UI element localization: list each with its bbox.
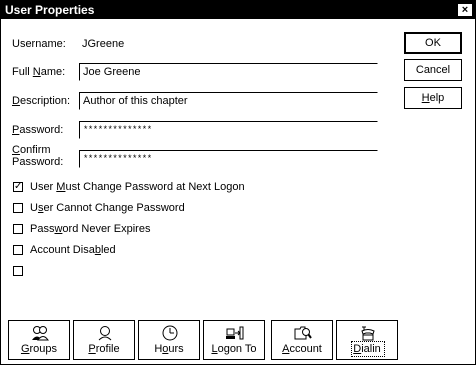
password-field[interactable]: ************** bbox=[79, 121, 378, 139]
account-button[interactable]: Account bbox=[271, 320, 333, 360]
checkbox-label: User Cannot Change Password bbox=[30, 202, 185, 214]
profile-label: Profile bbox=[88, 343, 120, 355]
groups-icon bbox=[32, 326, 49, 341]
password-value: ************** bbox=[83, 125, 152, 135]
account-label: Account bbox=[282, 343, 322, 355]
username-value: JGreene bbox=[82, 38, 125, 50]
description-label: Description: bbox=[12, 95, 71, 107]
profile-icon bbox=[98, 326, 112, 341]
checkbox-box[interactable] bbox=[13, 203, 23, 213]
password-label: Password: bbox=[12, 124, 64, 136]
checkbox-label: Account Disabled bbox=[30, 244, 116, 256]
checkbox-box[interactable] bbox=[13, 224, 23, 234]
user-properties-window: User Properties × Username: JGreene Full… bbox=[0, 0, 476, 365]
close-button[interactable]: × bbox=[457, 3, 473, 17]
profile-button[interactable]: Profile bbox=[73, 320, 135, 360]
cancel-button[interactable]: Cancel bbox=[404, 59, 462, 81]
username-label: Username: bbox=[12, 38, 66, 50]
checkbox-box[interactable] bbox=[13, 245, 23, 255]
groups-label: Groups bbox=[20, 343, 58, 355]
confirm-password-field[interactable]: ************** bbox=[79, 150, 378, 168]
workstation-icon bbox=[226, 326, 244, 340]
help-button[interactable]: Help bbox=[404, 87, 462, 109]
fullname-value: Joe Greene bbox=[83, 66, 141, 78]
checkbox-label: Password Never Expires bbox=[30, 223, 151, 235]
account-folder-icon bbox=[294, 326, 312, 340]
checkbox-box[interactable] bbox=[13, 266, 23, 276]
logon-to-label: Logon To bbox=[211, 343, 257, 355]
fullname-label: Full Name: bbox=[12, 66, 66, 78]
hours-button[interactable]: Hours bbox=[138, 320, 200, 360]
confirm-label-line1: Confirm bbox=[12, 144, 51, 156]
dialin-label: Dialin bbox=[353, 343, 381, 355]
groups-button[interactable]: Groups bbox=[8, 320, 70, 360]
logon-to-button[interactable]: Logon To bbox=[203, 320, 265, 360]
confirm-label-line2: Password: bbox=[12, 156, 64, 168]
dialin-phone-icon bbox=[361, 326, 375, 341]
close-icon: × bbox=[461, 4, 469, 16]
checkbox-box[interactable]: ✓ bbox=[13, 182, 23, 192]
confirm-password-value: ************** bbox=[83, 154, 152, 164]
description-value: Author of this chapter bbox=[83, 95, 188, 107]
clock-icon bbox=[162, 325, 178, 341]
window-title: User Properties bbox=[5, 3, 95, 17]
hours-label: Hours bbox=[154, 343, 184, 355]
title-bar: User Properties × bbox=[1, 1, 475, 19]
dialin-button[interactable]: Dialin bbox=[336, 320, 398, 360]
checkbox-label: User Must Change Password at Next Logon bbox=[30, 181, 245, 193]
fullname-field[interactable]: Joe Greene bbox=[79, 63, 378, 81]
description-field[interactable]: Author of this chapter bbox=[79, 92, 378, 110]
ok-button[interactable]: OK bbox=[404, 32, 462, 54]
